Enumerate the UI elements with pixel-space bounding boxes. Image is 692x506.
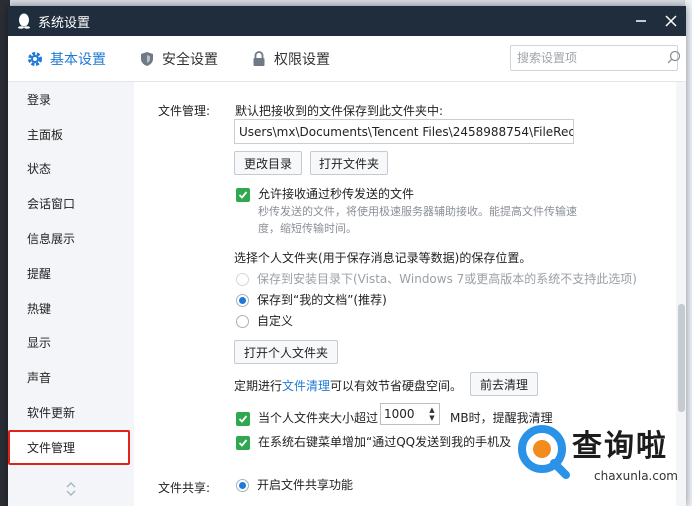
sidebar-item-login[interactable]: 登录 <box>8 82 134 117</box>
title-bar[interactable]: 系统设置 <box>8 6 686 36</box>
radio-selected-icon[interactable] <box>236 294 249 307</box>
save-to-my-documents-option[interactable]: 保存到“我的文档”(推荐) <box>236 291 387 308</box>
sidebar-item-hotkeys[interactable]: 热键 <box>8 291 134 326</box>
file-share-label: 文件共享: <box>158 481 211 495</box>
context-menu-label: 在系统右键菜单增加“通过QQ发送到我的手机及 <box>258 435 512 449</box>
tab-basic-settings[interactable]: 基本设置 <box>26 49 106 69</box>
settings-sidebar: 登录 主面板 状态 会话窗口 信息展示 提醒 热键 显示 声音 软件更新 文件管… <box>8 82 134 506</box>
save-to-install-dir-label: 保存到安装目录下(Vista、Windows 7或更高版本的系统不支持此选项) <box>257 272 637 286</box>
sidebar-item-status[interactable]: 状态 <box>8 152 134 187</box>
instant-transfer-hint-line2: 度，缩短传输时间。 <box>258 222 357 235</box>
window-title: 系统设置 <box>38 15 91 31</box>
sidebar-item-chat-window[interactable]: 会话窗口 <box>8 186 134 221</box>
go-cleanup-button[interactable]: 前去清理 <box>470 372 538 396</box>
sidebar-item-software-update[interactable]: 软件更新 <box>8 395 134 430</box>
instant-transfer-hint-line1: 秒传发送的文件，将使用极速服务器辅助接收。能提高文件传输速 <box>258 205 577 218</box>
save-to-install-dir-option: 保存到安装目录下(Vista、Windows 7或更高版本的系统不支持此选项) <box>236 270 637 287</box>
open-folder-button[interactable]: 打开文件夹 <box>310 151 388 175</box>
settings-search <box>510 45 681 71</box>
minimize-button[interactable] <box>626 6 656 36</box>
shield-icon <box>138 50 156 68</box>
size-limit-stepper[interactable]: 1000 ▲ ▼ <box>380 403 440 425</box>
personal-folder-title: 选择个人文件夹(用于保存消息记录等数据)的保存位置。 <box>234 251 532 265</box>
tab-label: 权限设置 <box>274 51 330 68</box>
sidebar-item-info-display[interactable]: 信息展示 <box>8 221 134 256</box>
sidebar-item-display[interactable]: 显示 <box>8 326 134 361</box>
sidebar-item-reminder[interactable]: 提醒 <box>8 256 134 291</box>
sidebar-item-main-panel[interactable]: 主面板 <box>8 117 134 152</box>
sidebar-item-file-management[interactable]: 文件管理 <box>8 429 130 465</box>
file-cleanup-prefix: 定期进行 <box>234 379 283 393</box>
file-cleanup-link[interactable]: 文件清理 <box>282 379 330 393</box>
save-folder-path-field[interactable]: Users\mx\Documents\Tencent Files\2458988… <box>234 119 574 144</box>
allow-instant-transfer-option[interactable]: 允许接收通过秒传发送的文件 <box>236 185 414 202</box>
enable-file-share-option[interactable]: 开启文件共享功能 <box>236 476 353 493</box>
context-menu-option[interactable]: 在系统右键菜单增加“通过QQ发送到我的手机及 <box>236 433 511 450</box>
enable-file-share-text: 开启文件共享功能 <box>257 478 354 492</box>
gear-icon <box>26 50 44 68</box>
radio-disabled-icon <box>236 273 249 286</box>
save-to-my-documents-label: 保存到“我的文档”(推荐) <box>257 293 387 307</box>
lock-icon <box>250 50 268 68</box>
tab-label: 基本设置 <box>50 51 106 68</box>
radio-unselected-icon[interactable] <box>236 315 249 328</box>
tab-label: 安全设置 <box>162 51 218 68</box>
save-folder-description: 默认把接收到的文件保存到此文件夹中: <box>235 104 444 118</box>
sidebar-scroll-arrows-icon[interactable] <box>63 480 79 502</box>
checkbox-checked-icon[interactable] <box>236 187 250 202</box>
custom-location-option[interactable]: 自定义 <box>236 312 293 329</box>
radio-selected-icon[interactable] <box>236 479 249 492</box>
file-cleanup-text: 定期进行文件清理可以有效节省硬盘空间。 <box>234 377 462 394</box>
checkbox-checked-icon[interactable] <box>236 435 250 450</box>
open-personal-folder-button[interactable]: 打开个人文件夹 <box>234 340 338 364</box>
search-icon[interactable] <box>667 50 681 67</box>
change-directory-button[interactable]: 更改目录 <box>234 151 302 175</box>
sidebar-item-sound[interactable]: 声音 <box>8 360 134 395</box>
watermark-brand-text: 查询啦 <box>572 429 668 464</box>
file-management-label: 文件管理: <box>158 104 211 118</box>
file-cleanup-suffix: 可以有效节省硬盘空间。 <box>330 379 463 393</box>
tab-security-settings[interactable]: 安全设置 <box>138 49 218 69</box>
tab-permission-settings[interactable]: 权限设置 <box>250 49 330 69</box>
custom-location-label: 自定义 <box>257 314 294 328</box>
watermark-logo: 查询啦 chaxunla.com <box>514 417 692 506</box>
scrollbar-thumb[interactable] <box>678 304 685 412</box>
watermark-site-text: chaxunla.com <box>594 469 678 483</box>
allow-instant-transfer-label: 允许接收通过秒传发送的文件 <box>258 187 415 201</box>
stepper-arrows-icon[interactable]: ▲ ▼ <box>425 404 439 424</box>
checkbox-checked-icon[interactable] <box>236 411 250 426</box>
close-button[interactable] <box>656 6 686 36</box>
size-limit-value[interactable]: 1000 <box>384 407 415 421</box>
settings-tab-bar: 基本设置 安全设置 权限设置 <box>8 36 686 82</box>
search-input[interactable] <box>517 51 667 65</box>
size-reminder-prefix: 当个人文件夹大小超过 <box>258 411 379 425</box>
qq-penguin-icon <box>16 13 32 29</box>
magnifier-logo-icon <box>518 425 570 479</box>
size-reminder-option[interactable]: 当个人文件夹大小超过 <box>236 409 378 426</box>
